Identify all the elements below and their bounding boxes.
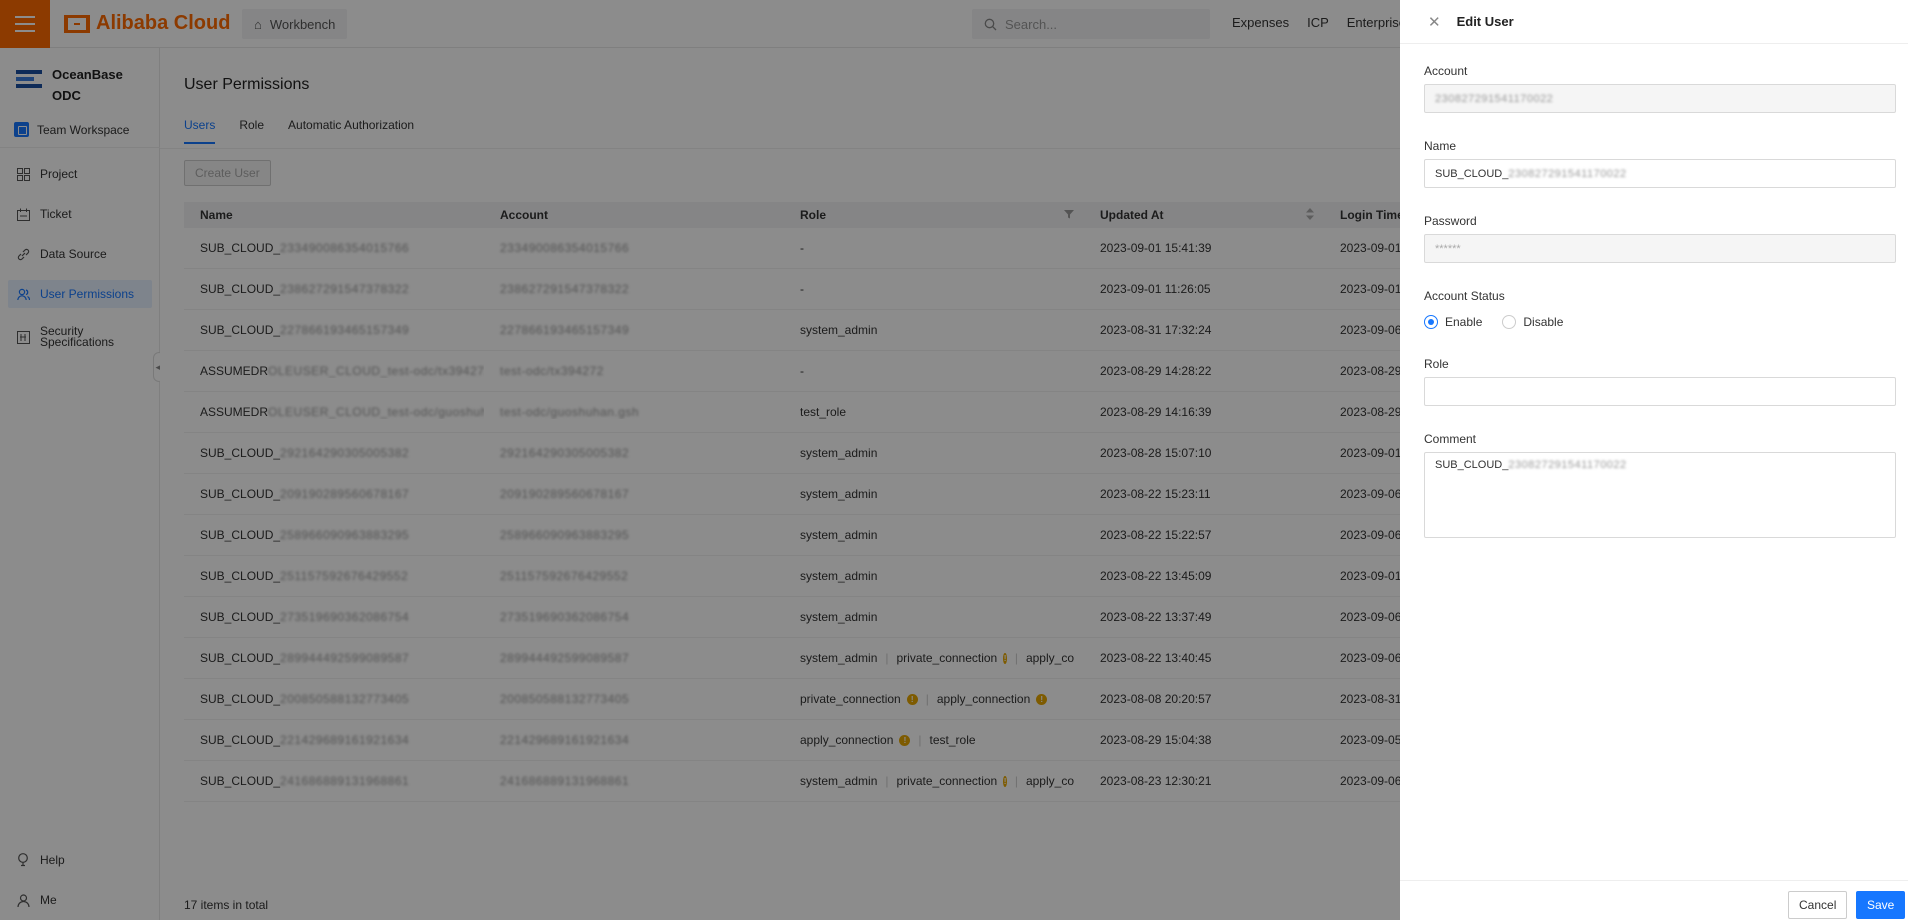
drawer-header: ✕ Edit User	[1400, 0, 1908, 44]
edit-user-form: Account 230827291541170022 Name SUB_CLOU…	[1424, 64, 1896, 538]
account-field: 230827291541170022	[1424, 84, 1896, 113]
radio-unchecked-icon	[1502, 315, 1517, 329]
modal-overlay[interactable]	[0, 0, 1400, 920]
comment-textarea[interactable]: SUB_CLOUD_230827291541170022	[1424, 452, 1896, 538]
close-icon[interactable]: ✕	[1428, 13, 1441, 31]
radio-checked-icon	[1424, 315, 1438, 329]
role-label: Role	[1424, 357, 1449, 371]
password-label: Password	[1424, 214, 1477, 228]
account-value: 230827291541170022	[1435, 92, 1554, 105]
disable-radio[interactable]: Disable	[1502, 315, 1563, 329]
enable-radio[interactable]: Enable	[1424, 315, 1482, 329]
drawer-title: Edit User	[1456, 14, 1514, 29]
comment-label: Comment	[1424, 432, 1477, 446]
cancel-button[interactable]: Cancel	[1788, 891, 1848, 919]
drawer-footer: Cancel Save	[1400, 880, 1908, 920]
comment-prefix: SUB_CLOUD_	[1435, 459, 1509, 471]
enable-label: Enable	[1445, 315, 1483, 329]
comment-hidden: 230827291541170022	[1508, 459, 1627, 471]
account-status-radio-group: Enable Disable	[1424, 309, 1896, 335]
disable-label: Disable	[1523, 315, 1564, 329]
name-prefix: SUB_CLOUD_	[1435, 167, 1509, 180]
account-status-label: Account Status	[1424, 289, 1505, 303]
password-field: ******	[1424, 234, 1896, 263]
role-select[interactable]	[1424, 377, 1896, 406]
password-value: ******	[1435, 242, 1461, 255]
account-label: Account	[1424, 64, 1468, 78]
edit-user-drawer: ✕ Edit User Account 230827291541170022 N…	[1400, 0, 1908, 920]
save-button[interactable]: Save	[1856, 891, 1906, 919]
name-label: Name	[1424, 139, 1457, 153]
name-hidden: 230827291541170022	[1508, 167, 1627, 180]
name-input[interactable]: SUB_CLOUD_ 230827291541170022	[1424, 159, 1896, 188]
